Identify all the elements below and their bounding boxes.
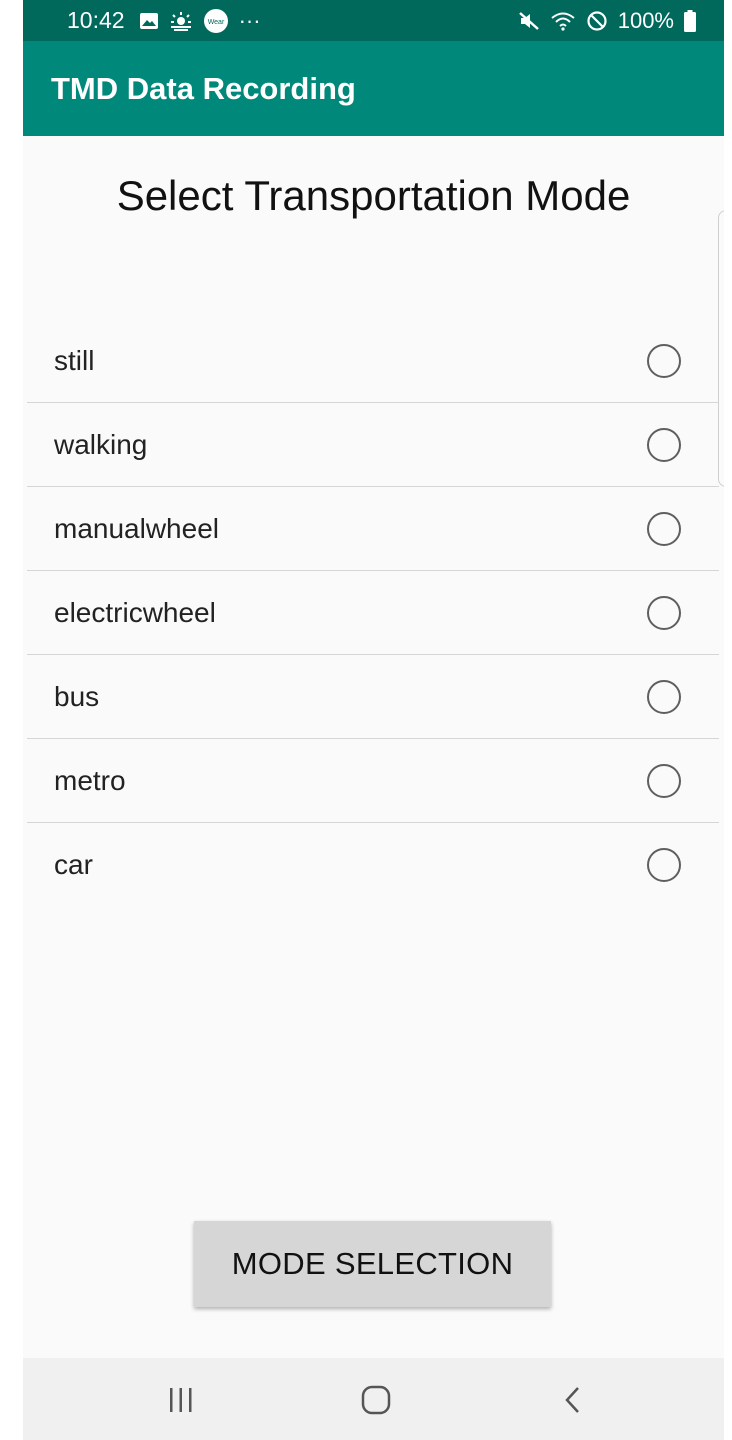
page-title: Select Transportation Mode — [116, 172, 631, 219]
mode-label: manualwheel — [54, 512, 219, 544]
status-bar: 10:42 Wear ··· 100% — [23, 0, 724, 41]
phone-screen: 10:42 Wear ··· 100% TMD Data Recording S… — [23, 0, 724, 1440]
radio-button-icon[interactable] — [647, 427, 681, 462]
wear-icon-label: Wear — [207, 19, 224, 26]
radio-button-icon[interactable] — [647, 343, 681, 378]
app-bar: TMD Data Recording — [23, 41, 724, 136]
mute-icon — [518, 11, 540, 31]
block-icon — [586, 10, 608, 32]
mode-option-car[interactable]: car — [27, 823, 719, 907]
more-icon: ··· — [238, 7, 261, 33]
home-icon[interactable] — [354, 1378, 398, 1422]
mode-option-walking[interactable]: walking — [27, 403, 719, 487]
back-icon[interactable] — [551, 1378, 595, 1422]
wear-icon: Wear — [203, 8, 229, 34]
mode-label: car — [54, 849, 93, 880]
status-bar-left: 10:42 Wear ··· — [67, 7, 261, 34]
mode-option-metro[interactable]: metro — [27, 739, 719, 823]
weather-icon — [169, 11, 193, 31]
app-title: TMD Data Recording — [51, 70, 356, 106]
mode-option-bus[interactable]: bus — [27, 655, 719, 739]
radio-button-icon[interactable] — [647, 763, 681, 798]
mode-option-still[interactable]: still — [27, 319, 719, 403]
mode-label: metro — [54, 764, 126, 796]
mode-label: walking — [54, 428, 148, 460]
mode-option-manualwheel[interactable]: manualwheel — [27, 487, 719, 571]
status-bar-right: 100% — [518, 8, 696, 34]
mode-option-electricwheel[interactable]: electricwheel — [27, 571, 719, 655]
mode-label: electricwheel — [54, 596, 216, 628]
mode-label: still — [54, 344, 95, 376]
radio-button-icon[interactable] — [647, 679, 681, 714]
battery-percent: 100% — [617, 7, 674, 33]
mode-radio-group: still walking manualwheel electricwheel … — [27, 319, 719, 907]
battery-icon — [684, 9, 696, 32]
mode-label: bus — [54, 680, 100, 712]
radio-button-icon[interactable] — [647, 511, 681, 546]
status-time: 10:42 — [67, 7, 125, 33]
mode-selection-button[interactable]: MODE SELECTION — [194, 1221, 551, 1307]
navigation-bar — [23, 1358, 724, 1440]
radio-button-icon[interactable] — [647, 595, 681, 630]
recents-icon[interactable] — [159, 1378, 203, 1422]
wifi-icon — [550, 11, 576, 31]
radio-button-icon[interactable] — [647, 848, 681, 882]
gallery-icon — [139, 12, 159, 30]
